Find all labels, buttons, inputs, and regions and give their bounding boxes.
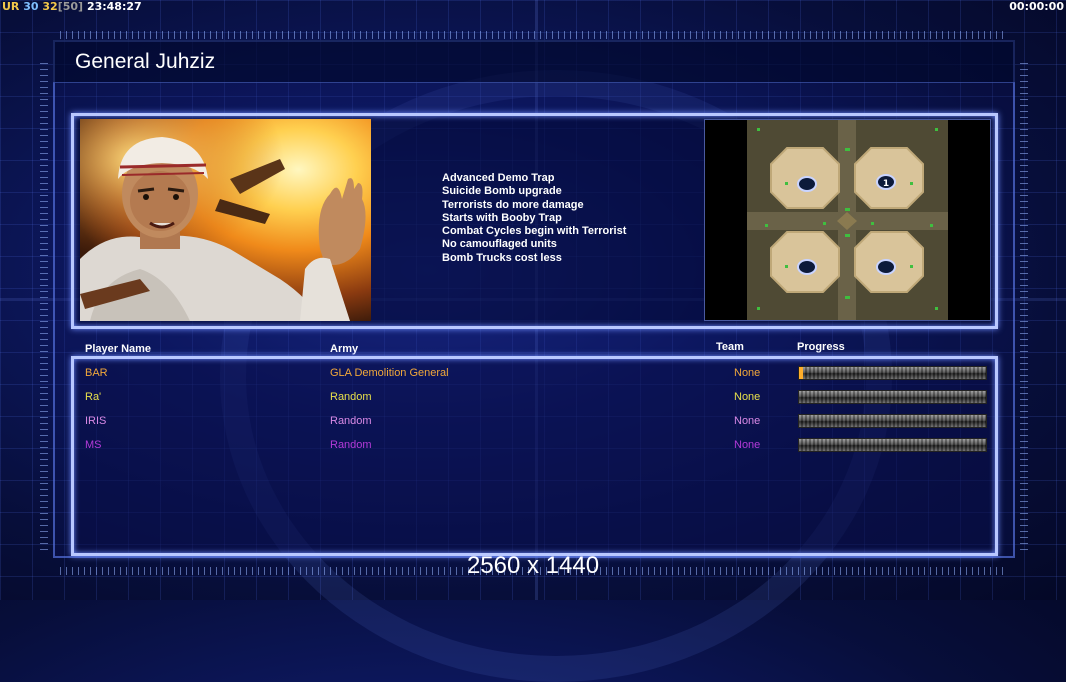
player-team: None — [734, 367, 761, 379]
portrait-illustration — [80, 119, 371, 321]
player-progress-bar — [798, 414, 987, 428]
fps-value: 30 — [23, 0, 39, 13]
trait-item: Starts with Booby Trap — [442, 211, 562, 224]
general-title: General Juhziz — [75, 50, 216, 73]
hud-stats: UR 30 32[50] 23:48:27 — [2, 0, 142, 13]
player-progress-bar — [798, 438, 987, 452]
trait-item: Suicide Bomb upgrade — [442, 185, 562, 198]
column-header-team: Team — [716, 341, 744, 353]
player-progress-fill — [799, 367, 803, 379]
fps-cap: [50] — [57, 0, 84, 13]
ruler-left — [40, 60, 48, 550]
player-progress-bar — [798, 366, 987, 380]
general-traits-list: Advanced Demo Trap Suicide Bomb upgrade … — [442, 172, 626, 265]
player-name: MS — [85, 439, 102, 451]
player-name: Ra' — [85, 391, 102, 403]
resolution-label: 2560 x 1440 — [466, 552, 600, 579]
ur-label: UR — [2, 0, 20, 13]
player-name: IRIS — [85, 415, 107, 427]
map-preview: 1 — [704, 119, 991, 321]
trait-item: Terrorists do more damage — [442, 198, 584, 211]
player-army: Random — [330, 415, 372, 427]
map-minimap: 1 — [705, 120, 990, 320]
player-army: Random — [330, 439, 372, 451]
column-header-army: Army — [330, 343, 359, 355]
column-header-player-name: Player Name — [85, 343, 152, 355]
trait-item: Combat Cycles begin with Terrorist — [442, 225, 627, 238]
player-name: BAR — [85, 367, 108, 379]
players-panel — [71, 356, 998, 556]
column-header-progress: Progress — [797, 341, 845, 353]
fps-alt-value: 32 — [42, 0, 58, 13]
clock: 23:48:27 — [86, 0, 142, 13]
ruler-top — [60, 31, 1006, 39]
player-army: Random — [330, 391, 372, 403]
trait-item: Bomb Trucks cost less — [442, 251, 562, 264]
game-timer: 00:00:00 — [1009, 0, 1064, 13]
player-progress-bar — [798, 390, 987, 404]
player-team: None — [734, 391, 761, 403]
player-team: None — [734, 415, 761, 427]
map-start-label: 1 — [883, 179, 889, 189]
trait-item: Advanced Demo Trap — [442, 172, 555, 184]
trait-item: No camouflaged units — [442, 238, 557, 251]
general-portrait — [80, 119, 371, 321]
player-team: None — [734, 439, 761, 451]
player-army: GLA Demolition General — [330, 367, 449, 379]
ruler-right — [1020, 60, 1028, 550]
